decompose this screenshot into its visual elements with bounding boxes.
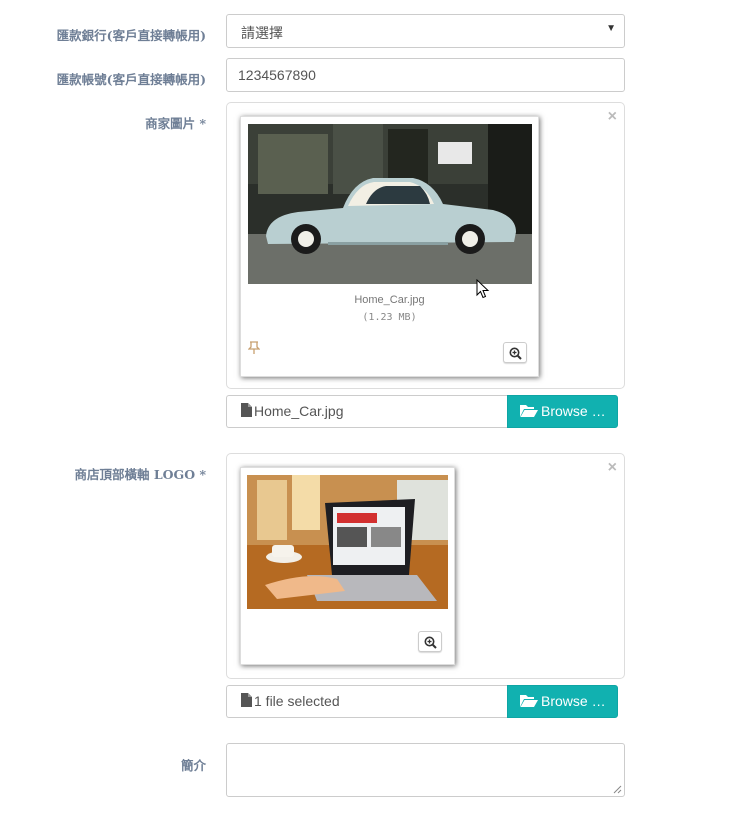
banner-logo-file-text: 1 file selected [254, 693, 340, 709]
file-icon [241, 693, 252, 707]
merchant-image-browse-button[interactable]: Browse … [507, 395, 618, 428]
car-photo [248, 124, 532, 284]
folder-open-icon [520, 695, 538, 707]
merchant-image-file-input[interactable]: Home_Car.jpg [226, 395, 508, 428]
banner-logo-preview: × [226, 453, 625, 679]
merchant-image-browse-label: Browse … [541, 403, 606, 419]
account-input-value: 1234567890 [238, 67, 316, 83]
intro-label: 簡介 [180, 758, 206, 773]
bank-label: 匯款銀行(客戶直接轉帳用) [56, 28, 206, 43]
merchant-image-filesize: (1.23 MB) [362, 312, 417, 323]
laptop-photo [247, 475, 448, 609]
bank-select[interactable]: 請選擇 ▼ [226, 14, 625, 48]
account-label: 匯款帳號(客戶直接轉帳用) [56, 72, 206, 87]
resize-grip-icon[interactable] [613, 785, 622, 794]
merchant-image-label: 商家圖片 * [145, 116, 206, 131]
folder-open-icon [520, 405, 538, 417]
merchant-image-file-text: Home_Car.jpg [254, 403, 344, 419]
merchant-image-preview: × Home_Car.jpg (1.23 MB) [226, 102, 625, 389]
mouse-cursor-icon [476, 278, 490, 304]
banner-logo-file-row: 1 file selected Browse … [226, 685, 618, 718]
chevron-down-icon: ▼ [606, 23, 616, 34]
banner-logo-browse-button[interactable]: Browse … [507, 685, 618, 718]
zoom-in-icon [509, 347, 522, 360]
account-input[interactable]: 1234567890 [226, 58, 625, 92]
banner-logo-thumbnail [240, 467, 455, 665]
close-icon[interactable]: × [608, 109, 617, 125]
banner-logo-browse-label: Browse … [541, 693, 606, 709]
banner-logo-label: 商店頂部橫軸 LOGO * [74, 467, 206, 482]
file-icon [241, 403, 252, 417]
banner-logo-zoom-button[interactable] [418, 631, 442, 652]
drag-handle-icon[interactable] [247, 341, 261, 360]
close-icon[interactable]: × [608, 460, 617, 476]
merchant-image-thumbnail: Home_Car.jpg (1.23 MB) [240, 116, 539, 377]
bank-select-value: 請選擇 [241, 25, 283, 41]
merchant-image-zoom-button[interactable] [503, 342, 527, 363]
zoom-in-icon [424, 636, 437, 649]
merchant-image-filename: Home_Car.jpg [354, 294, 425, 306]
merchant-image-file-row: Home_Car.jpg Browse … [226, 395, 618, 428]
intro-textarea[interactable] [226, 743, 625, 797]
banner-logo-file-input[interactable]: 1 file selected [226, 685, 508, 718]
